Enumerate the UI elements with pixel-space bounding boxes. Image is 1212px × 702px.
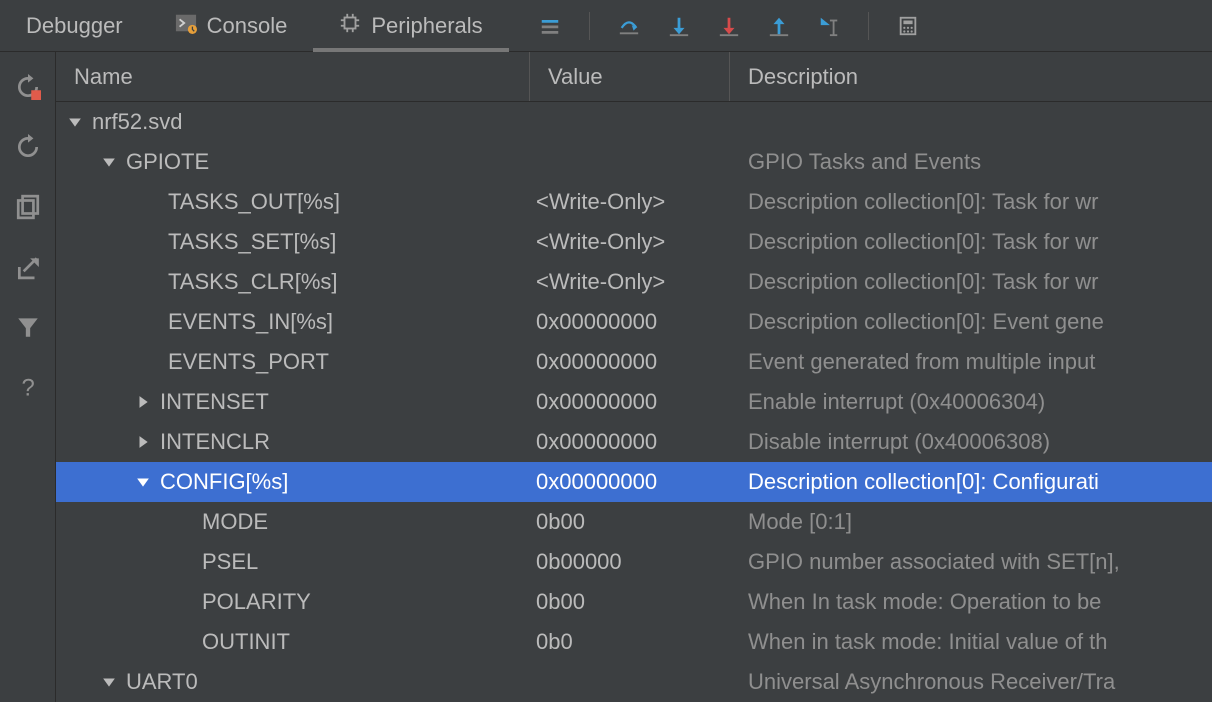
register-name: EVENTS_PORT [168,342,329,382]
export-icon[interactable] [15,254,41,280]
config-name: CONFIG[%s] [160,462,288,502]
register-desc: Enable interrupt (0x40006304) [748,389,1045,414]
register-value: 0x00000000 [536,349,657,374]
field-name: PSEL [202,542,258,582]
help-icon[interactable]: ? [15,374,41,400]
chevron-right-icon[interactable] [134,393,152,411]
field-value: 0b00 [536,509,585,534]
field-desc: When in task mode: Initial value of th [748,629,1108,654]
field-value: 0b0 [536,629,573,654]
step-over-icon[interactable] [618,15,640,37]
tree-row-root[interactable]: nrf52.svd [56,102,1212,142]
arrow-down-blue-icon[interactable] [668,15,690,37]
register-name: INTENCLR [160,422,270,462]
column-description[interactable]: Description [730,52,1212,101]
refresh-icon[interactable] [15,134,41,160]
tab-console[interactable]: Console [149,0,314,52]
chevron-down-icon[interactable] [134,473,152,491]
tree-row-uart0[interactable]: UART0 Universal Asynchronous Receiver/Tr… [56,662,1212,702]
tab-console-label: Console [207,13,288,39]
svg-text:?: ? [21,375,34,400]
tree-root-label: nrf52.svd [92,102,183,142]
tab-debugger[interactable]: Debugger [0,0,149,52]
field-value: 0b00000 [536,549,622,574]
tree-row-config[interactable]: CONFIG[%s] 0x00000000 Description collec… [56,462,1212,502]
lines-icon[interactable] [539,15,561,37]
tree-row-register[interactable]: TASKS_CLR[%s] <Write-Only> Description c… [56,262,1212,302]
run-to-cursor-icon[interactable] [818,15,840,37]
field-desc: When In task mode: Operation to be [748,589,1101,614]
config-value: 0x00000000 [536,469,657,494]
chip-icon [339,12,361,40]
console-icon [175,12,197,40]
tree-row-intenclr[interactable]: INTENCLR 0x00000000 Disable interrupt (0… [56,422,1212,462]
register-desc: Description collection[0]: Event gene [748,309,1104,334]
uart0-desc: Universal Asynchronous Receiver/Tra [748,669,1115,694]
register-desc: Description collection[0]: Task for wr [748,229,1099,254]
refresh-stop-icon[interactable] [15,74,41,100]
tree-row-field[interactable]: OUTINIT 0b0 When in task mode: Initial v… [56,622,1212,662]
register-desc: Disable interrupt (0x40006308) [748,429,1050,454]
tabs: Debugger Console Peripherals [0,0,509,51]
column-name[interactable]: Name [56,52,530,101]
gpiote-label: GPIOTE [126,142,209,182]
register-desc: Description collection[0]: Task for wr [748,269,1099,294]
tab-peripherals-label: Peripherals [371,13,482,39]
column-value-label: Value [548,64,603,90]
arrow-up-blue-icon[interactable] [768,15,790,37]
chevron-down-icon[interactable] [100,153,118,171]
side-gutter: ? [0,52,56,702]
register-desc: Event generated from multiple input [748,349,1095,374]
tree-row-field[interactable]: POLARITY 0b00 When In task mode: Operati… [56,582,1212,622]
tree-row-register[interactable]: EVENTS_PORT 0x00000000 Event generated f… [56,342,1212,382]
frames-icon[interactable] [15,194,41,220]
arrow-down-red-icon[interactable] [718,15,740,37]
field-name: OUTINIT [202,622,290,662]
register-name: EVENTS_IN[%s] [168,302,333,342]
toolbar-separator [589,12,590,40]
register-name: TASKS_OUT[%s] [168,182,340,222]
calculator-icon[interactable] [897,15,919,37]
register-value: 0x00000000 [536,429,657,454]
register-value: 0x00000000 [536,309,657,334]
filter-icon[interactable] [15,314,41,340]
column-value[interactable]: Value [530,52,730,101]
register-value: <Write-Only> [536,269,665,294]
field-desc: Mode [0:1] [748,509,852,534]
chevron-down-icon[interactable] [66,113,84,131]
register-value: <Write-Only> [536,189,665,214]
field-name: MODE [202,502,268,542]
column-name-label: Name [74,64,133,90]
tab-debugger-label: Debugger [26,13,123,39]
tree-row-field[interactable]: PSEL 0b00000 GPIO number associated with… [56,542,1212,582]
peripherals-tree[interactable]: nrf52.svd GPIOTE GPIO Tasks and Events T… [56,102,1212,702]
register-value: <Write-Only> [536,229,665,254]
register-value: 0x00000000 [536,389,657,414]
tree-row-register[interactable]: TASKS_SET[%s] <Write-Only> Description c… [56,222,1212,262]
chevron-down-icon[interactable] [100,673,118,691]
register-desc: Description collection[0]: Task for wr [748,189,1099,214]
tree-row-register[interactable]: EVENTS_IN[%s] 0x00000000 Description col… [56,302,1212,342]
toolbar [509,0,919,51]
field-value: 0b00 [536,589,585,614]
config-desc: Description collection[0]: Configurati [748,469,1099,494]
column-description-label: Description [748,64,858,90]
tree-row-field[interactable]: MODE 0b00 Mode [0:1] [56,502,1212,542]
chevron-right-icon[interactable] [134,433,152,451]
field-name: POLARITY [202,582,311,622]
register-name: INTENSET [160,382,269,422]
tab-peripherals[interactable]: Peripherals [313,0,508,52]
tree-row-gpiote[interactable]: GPIOTE GPIO Tasks and Events [56,142,1212,182]
column-header: Name Value Description [56,52,1212,102]
toolbar-separator [868,12,869,40]
field-desc: GPIO number associated with SET[n], [748,549,1120,574]
tree-row-intenset[interactable]: INTENSET 0x00000000 Enable interrupt (0x… [56,382,1212,422]
register-name: TASKS_CLR[%s] [168,262,338,302]
tab-bar: Debugger Console Peripherals [0,0,1212,52]
gpiote-desc: GPIO Tasks and Events [748,149,981,174]
uart0-label: UART0 [126,662,198,702]
register-name: TASKS_SET[%s] [168,222,336,262]
tree-row-register[interactable]: TASKS_OUT[%s] <Write-Only> Description c… [56,182,1212,222]
